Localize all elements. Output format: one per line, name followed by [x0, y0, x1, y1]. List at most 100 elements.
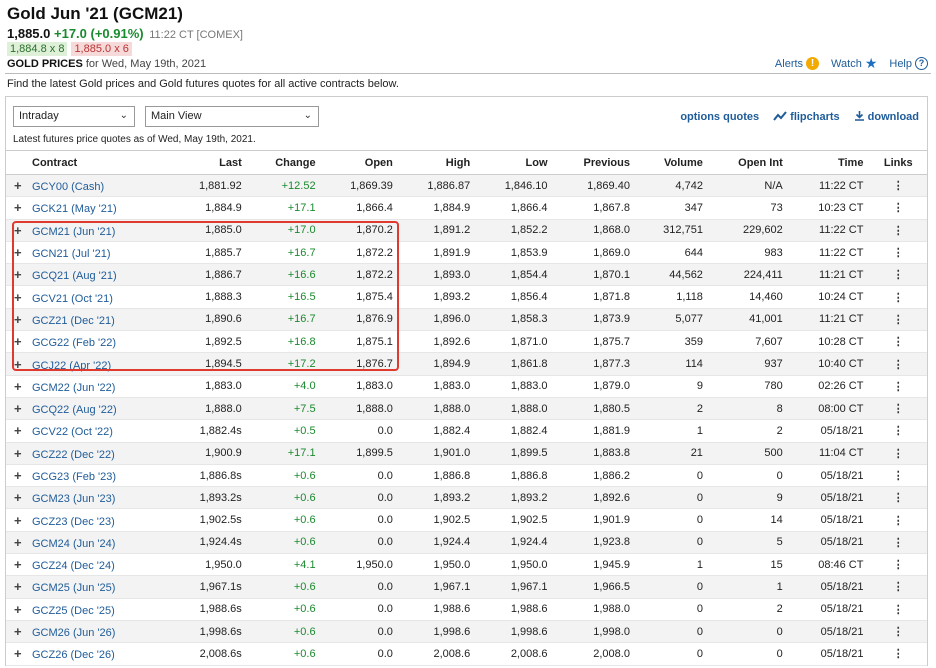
plus-icon[interactable]: +: [14, 379, 28, 394]
contract-link[interactable]: GCV21 (Oct '21): [32, 293, 113, 305]
plus-icon[interactable]: +: [14, 290, 28, 305]
download-link[interactable]: download: [854, 110, 919, 124]
kebab-menu-icon[interactable]: ⋮: [869, 263, 927, 287]
alerts-link[interactable]: Alerts !: [775, 57, 820, 70]
contract-link[interactable]: GCM24 (Jun '24): [32, 538, 115, 550]
plus-icon[interactable]: +: [14, 535, 28, 550]
plus-icon[interactable]: +: [14, 602, 28, 617]
watch-label: Watch: [831, 57, 862, 70]
view-mode-select[interactable]: Main View ⌄: [145, 106, 319, 127]
col-low[interactable]: Low: [476, 150, 554, 175]
plus-icon[interactable]: +: [14, 468, 28, 483]
contract-link[interactable]: GCM25 (Jun '25): [32, 582, 115, 594]
cell-contract: + GCN21 (Jul '21): [6, 241, 171, 265]
kebab-menu-icon[interactable]: ⋮: [869, 285, 927, 309]
kebab-menu-icon[interactable]: ⋮: [869, 508, 927, 532]
table-row: + GCQ22 (Aug '22) 1,888.0 +7.5 1,888.0 1,888.…: [6, 397, 927, 421]
contract-link[interactable]: GCZ23 (Dec '23): [32, 516, 115, 528]
plus-icon[interactable]: +: [14, 579, 28, 594]
table-header-row: Contract Last Change Open High Low Previ…: [6, 150, 927, 175]
contract-link[interactable]: GCQ22 (Aug '22): [32, 404, 117, 416]
watch-link[interactable]: Watch ★: [831, 56, 877, 70]
col-change[interactable]: Change: [247, 150, 322, 175]
cell-high: 1,924.4: [398, 531, 477, 555]
contract-link[interactable]: GCV22 (Oct '22): [32, 426, 113, 438]
kebab-menu-icon[interactable]: ⋮: [869, 330, 927, 354]
contract-link[interactable]: GCM26 (Jun '26): [32, 627, 115, 639]
contract-link[interactable]: GCM21 (Jun '21): [32, 226, 115, 238]
plus-icon[interactable]: +: [14, 267, 28, 282]
plus-icon[interactable]: +: [14, 245, 28, 260]
kebab-menu-icon[interactable]: ⋮: [869, 241, 927, 265]
kebab-menu-icon[interactable]: ⋮: [869, 620, 927, 644]
cell-change: +0.5: [247, 419, 322, 443]
cell-low: 1,882.4: [476, 419, 554, 443]
kebab-menu-icon[interactable]: ⋮: [869, 531, 927, 555]
plus-icon[interactable]: +: [14, 178, 28, 193]
plus-icon[interactable]: +: [14, 513, 28, 528]
contract-link[interactable]: GCZ26 (Dec '26): [32, 649, 115, 661]
contract-link[interactable]: GCM22 (Jun '22): [32, 382, 115, 394]
view-type-select[interactable]: Intraday ⌄: [13, 106, 135, 127]
contract-link[interactable]: GCG23 (Feb '23): [32, 471, 116, 483]
contract-link[interactable]: GCZ24 (Dec '24): [32, 560, 115, 572]
plus-icon[interactable]: +: [14, 624, 28, 639]
plus-icon[interactable]: +: [14, 312, 28, 327]
kebab-menu-icon[interactable]: ⋮: [869, 598, 927, 621]
contract-link[interactable]: GCJ22 (Apr '22): [32, 360, 111, 372]
kebab-menu-icon[interactable]: ⋮: [869, 196, 927, 220]
contract-link[interactable]: GCK21 (May '21): [32, 203, 117, 215]
plus-icon[interactable]: +: [14, 557, 28, 572]
kebab-menu-icon[interactable]: ⋮: [869, 174, 927, 198]
plus-icon[interactable]: +: [14, 357, 28, 372]
kebab-menu-icon[interactable]: ⋮: [869, 575, 927, 599]
plus-icon[interactable]: +: [14, 200, 28, 215]
kebab-menu-icon[interactable]: ⋮: [869, 352, 927, 376]
cell-last: 1,885.0: [170, 219, 248, 242]
plus-icon[interactable]: +: [14, 334, 28, 349]
kebab-menu-icon[interactable]: ⋮: [869, 553, 927, 577]
options-quotes-link[interactable]: options quotes: [680, 110, 759, 124]
contract-link[interactable]: GCY00 (Cash): [32, 181, 104, 193]
kebab-menu-icon[interactable]: ⋮: [869, 486, 927, 510]
col-links: Links: [869, 150, 927, 175]
kebab-menu-icon[interactable]: ⋮: [869, 442, 927, 465]
contract-link[interactable]: GCZ22 (Dec '22): [32, 449, 115, 461]
col-volume[interactable]: Volume: [635, 150, 709, 175]
cell-previous: 1,892.6: [553, 486, 636, 510]
contract-link[interactable]: GCZ21 (Dec '21): [32, 315, 115, 327]
col-open[interactable]: Open: [321, 150, 399, 175]
cell-volume: 0: [635, 598, 709, 621]
contract-link[interactable]: GCN21 (Jul '21): [32, 248, 111, 260]
plus-icon[interactable]: +: [14, 423, 28, 438]
kebab-menu-icon[interactable]: ⋮: [869, 375, 927, 398]
cell-contract: + GCM24 (Jun '24): [6, 531, 171, 555]
col-time[interactable]: Time: [788, 150, 870, 175]
kebab-menu-icon[interactable]: ⋮: [869, 308, 927, 332]
contract-link[interactable]: GCZ25 (Dec '25): [32, 605, 115, 617]
kebab-menu-icon[interactable]: ⋮: [869, 464, 927, 488]
col-contract[interactable]: Contract: [6, 150, 171, 175]
cell-high: 1,892.6: [398, 330, 477, 354]
kebab-menu-icon[interactable]: ⋮: [869, 642, 927, 666]
plus-icon[interactable]: +: [14, 490, 28, 505]
plus-icon[interactable]: +: [14, 401, 28, 416]
col-high[interactable]: High: [398, 150, 477, 175]
cell-volume: 359: [635, 330, 709, 354]
contract-link[interactable]: GCG22 (Feb '22): [32, 337, 116, 349]
kebab-menu-icon[interactable]: ⋮: [869, 419, 927, 443]
col-previous[interactable]: Previous: [553, 150, 636, 175]
contract-link[interactable]: GCQ21 (Aug '21): [32, 270, 117, 282]
plus-icon[interactable]: +: [14, 446, 28, 461]
cell-previous: 1,988.0: [553, 598, 636, 621]
plus-icon[interactable]: +: [14, 646, 28, 661]
plus-icon[interactable]: +: [14, 223, 28, 238]
col-last[interactable]: Last: [170, 150, 248, 175]
contract-link[interactable]: GCM23 (Jun '23): [32, 493, 115, 505]
help-link[interactable]: Help ?: [889, 57, 928, 70]
cell-change: +16.5: [247, 285, 322, 309]
kebab-menu-icon[interactable]: ⋮: [869, 219, 927, 242]
kebab-menu-icon[interactable]: ⋮: [869, 397, 927, 421]
col-open-int[interactable]: Open Int: [708, 150, 789, 175]
flipcharts-link[interactable]: flipcharts: [773, 110, 840, 124]
